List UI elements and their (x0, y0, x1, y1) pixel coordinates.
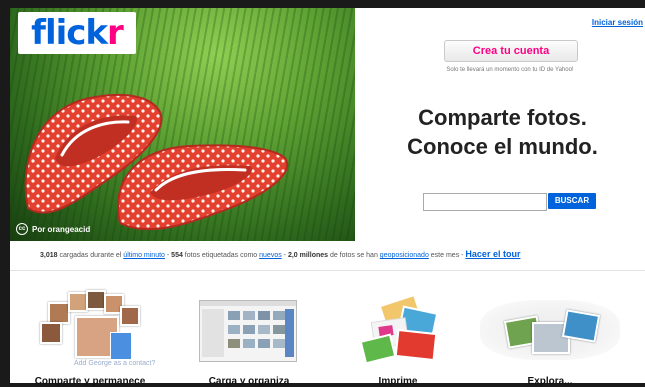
search-input[interactable] (423, 193, 547, 211)
photo-cell (243, 339, 255, 348)
uploaded-text: cargadas durante el (57, 252, 124, 259)
photo-cell (273, 311, 285, 320)
geo-count: 2,0 millones (287, 252, 329, 259)
take-tour-link[interactable]: Hacer el tour (465, 249, 520, 259)
geo-text: de fotos se han (328, 252, 380, 259)
feature-upload-label: Carga y organiza (208, 376, 290, 387)
create-account-button[interactable]: Crea tu cuenta (444, 40, 578, 62)
photo-credit[interactable]: cc Por orangeacid (16, 223, 90, 235)
toolbar-strip (200, 301, 296, 306)
geo-tail-text: este mes - (428, 252, 466, 259)
geotagged-link[interactable]: geoposicionado (380, 252, 429, 259)
sidebar-panel (202, 309, 224, 357)
stats-line: 3,018 cargadas durante el último minuto … (40, 249, 640, 259)
tagline: Comparte fotos. Conoce el mundo. (370, 103, 635, 161)
avatar-thumb (86, 290, 106, 310)
page-frame: flickr cc Por orangeacid Iniciar sesión … (10, 8, 645, 387)
feature-share-label: Comparte y permanece (34, 376, 146, 387)
section-divider (10, 270, 645, 271)
add-contact-prompt: Add George as a contact? (74, 360, 156, 367)
photo-cell (243, 311, 255, 320)
logo-text-blue: flick (31, 13, 108, 53)
photo-cell (228, 325, 240, 334)
flickr-logo[interactable]: flickr (18, 12, 136, 54)
tagline-line-2: Conoce el mundo. (407, 134, 598, 159)
avatar-thumb (48, 302, 70, 324)
avatar-thumb (40, 322, 62, 344)
photo-cell (273, 325, 285, 334)
tagged-count: 554 (171, 252, 183, 259)
tagged-text: fotos etiquetadas como (182, 252, 260, 259)
organizr-screenshot (199, 300, 297, 362)
feature-explore-label: Explora... (527, 376, 573, 387)
explore-photo (561, 309, 601, 343)
logo-text-pink: r (107, 13, 124, 53)
signin-link[interactable]: Iniciar sesión (592, 18, 643, 27)
photo-cell (273, 339, 285, 348)
photo-cell (228, 339, 240, 348)
photo-credit-text: Por orangeacid (32, 224, 91, 234)
create-account-note: Solo te llevará un momento con tu ID de … (446, 67, 574, 73)
avatar-thumb (68, 292, 88, 312)
contact-card-icon (110, 332, 132, 360)
feature-print-label: Imprime (378, 376, 418, 387)
cc-icon: cc (16, 223, 28, 235)
scrollbar (285, 309, 294, 357)
photo-cell (228, 311, 240, 320)
photo-cell (258, 311, 270, 320)
uploaded-count: 3,018 (40, 252, 58, 259)
tagline-line-1: Comparte fotos. (418, 105, 587, 130)
avatar-thumb (120, 306, 140, 326)
photo-cell (243, 325, 255, 334)
photo-cell (258, 325, 270, 334)
search-button[interactable]: BUSCAR (548, 193, 596, 209)
photo-prints-icon (359, 293, 439, 365)
photo-cell (258, 339, 270, 348)
new-link[interactable]: nuevos (259, 252, 282, 259)
last-minute-link[interactable]: último minuto (123, 252, 165, 259)
hero-photo[interactable]: flickr cc Por orangeacid (10, 8, 355, 241)
